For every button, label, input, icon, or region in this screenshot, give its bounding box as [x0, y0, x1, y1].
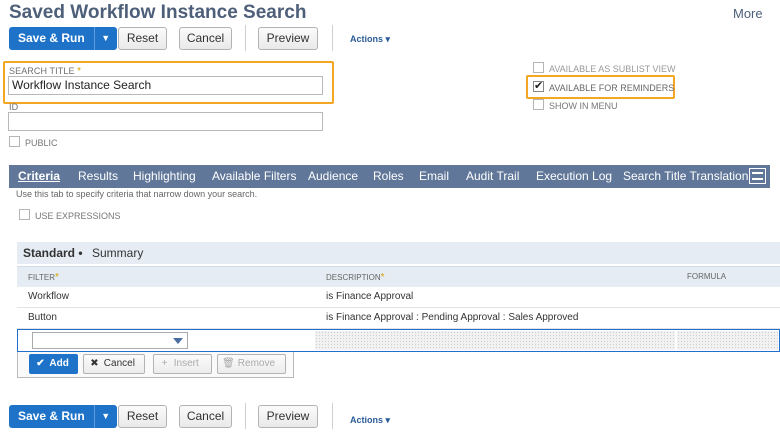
required-star-icon: * [380, 272, 385, 283]
toolbar-divider [245, 25, 246, 51]
insert-row-button[interactable]: + Insert [153, 354, 212, 374]
filter-column-header-text: Filter [28, 273, 55, 282]
search-title-input[interactable]: Workflow Instance Search [8, 76, 323, 95]
toolbar-divider [332, 25, 333, 51]
preview-button-bottom[interactable]: Preview [258, 405, 318, 428]
tab-available-filters[interactable]: Available Filters [212, 165, 296, 188]
tab-email[interactable]: Email [419, 165, 449, 188]
toolbar-divider [245, 403, 246, 429]
search-title-label-text: Search Title [9, 66, 75, 76]
cancel-button[interactable]: Cancel [179, 27, 232, 50]
save-run-button[interactable]: Save & Run [9, 27, 95, 50]
x-icon: ✖ [90, 358, 99, 369]
new-criteria-edit-row[interactable] [17, 329, 780, 352]
criteria-help-text: Use this tab to specify criteria that na… [16, 189, 258, 199]
insert-row-label: Insert [173, 358, 199, 369]
add-row-button[interactable]: ✔ Add [29, 354, 78, 374]
hamburger-icon[interactable] [749, 168, 766, 184]
save-run-dropdown-icon[interactable]: ▼ [94, 27, 117, 50]
description-cell: is Finance Approval : Pending Approval :… [326, 312, 579, 323]
required-star-icon: * [54, 272, 59, 283]
actions-menu[interactable]: Actions ▾ [350, 34, 390, 45]
cancel-row-label: Cancel [103, 358, 135, 369]
show-in-menu-label: Show in Menu [549, 101, 618, 111]
available-sublist-label: Available as Sublist View [549, 64, 676, 74]
cancel-row-button[interactable]: ✖ Cancel [83, 354, 145, 374]
table-row[interactable]: Button is Finance Approval : Pending App… [17, 308, 780, 329]
filter-select[interactable] [32, 332, 188, 349]
subtab-summary[interactable]: Summary [92, 242, 143, 264]
tab-execution-log[interactable]: Execution Log [536, 165, 612, 188]
criteria-subtab-bar: Standard • Summary [17, 242, 780, 264]
show-in-menu-checkbox[interactable] [533, 99, 544, 110]
tab-audience[interactable]: Audience [308, 165, 358, 188]
table-row[interactable]: Workflow is Finance Approval [17, 287, 780, 308]
public-label: Public [25, 138, 58, 148]
chevron-down-icon [173, 338, 183, 344]
formula-column-header: Formula [687, 272, 727, 281]
remove-row-label: Remove [237, 358, 276, 369]
description-column-header: Description* [326, 272, 385, 283]
description-column-header-text: Description [326, 273, 381, 282]
tab-audit-trail[interactable]: Audit Trail [466, 165, 519, 188]
preview-button[interactable]: Preview [258, 27, 318, 50]
tab-results[interactable]: Results [78, 165, 118, 188]
check-icon: ✔ [36, 358, 45, 369]
public-checkbox[interactable] [9, 136, 20, 147]
save-run-button-group: Save & Run ▼ [9, 27, 117, 50]
tab-highlighting[interactable]: Highlighting [133, 165, 196, 188]
available-sublist-checkbox[interactable] [533, 62, 544, 73]
tab-roles[interactable]: Roles [373, 165, 404, 188]
page-title: Saved Workflow Instance Search [9, 2, 307, 23]
criteria-grid-header: Filter* Description* Formula [17, 266, 780, 287]
filter-cell: Button [28, 312, 57, 323]
toolbar-divider [332, 403, 333, 429]
subtab-standard[interactable]: Standard • [23, 242, 83, 264]
reset-button-bottom[interactable]: Reset [118, 405, 167, 428]
filter-column-header: Filter* [28, 272, 59, 283]
save-run-button-bottom[interactable]: Save & Run [9, 405, 95, 428]
use-expressions-label: Use Expressions [35, 211, 121, 221]
actions-menu-bottom[interactable]: Actions ▾ [350, 415, 390, 426]
available-reminders-label: Available for Reminders [549, 83, 675, 93]
filter-cell: Workflow [28, 291, 69, 302]
more-link[interactable]: More [733, 6, 763, 21]
cancel-button-bottom[interactable]: Cancel [179, 405, 232, 428]
remove-row-button[interactable]: 🗑 Remove [217, 354, 286, 374]
use-expressions-checkbox[interactable] [19, 209, 30, 220]
tab-criteria[interactable]: Criteria [18, 165, 60, 188]
reset-button[interactable]: Reset [118, 27, 167, 50]
id-input[interactable] [8, 112, 323, 131]
description-cell: is Finance Approval [326, 291, 414, 302]
id-label: ID [9, 102, 19, 112]
plus-icon: + [161, 358, 168, 369]
available-reminders-checkbox[interactable]: ✔ [533, 81, 544, 92]
save-run-button-group-bottom: Save & Run ▼ [9, 405, 117, 428]
formula-edit-cell[interactable] [677, 331, 778, 350]
save-run-dropdown-icon[interactable]: ▼ [94, 405, 117, 428]
trash-icon: 🗑 [222, 358, 235, 369]
description-edit-cell[interactable] [315, 331, 675, 350]
main-tab-bar: Criteria Results Highlighting Available … [9, 165, 770, 188]
tab-search-title-translation[interactable]: Search Title Translation [623, 165, 748, 188]
add-row-label: Add [49, 358, 69, 369]
